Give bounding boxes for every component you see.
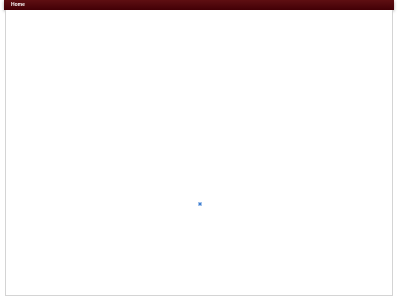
nav-bar: Home bbox=[4, 0, 394, 10]
loading-icon bbox=[198, 202, 202, 206]
top-navigation: Home bbox=[4, 0, 394, 10]
home-link[interactable]: Home bbox=[11, 1, 25, 9]
page: Home bbox=[0, 0, 400, 300]
content-panel bbox=[5, 10, 393, 296]
